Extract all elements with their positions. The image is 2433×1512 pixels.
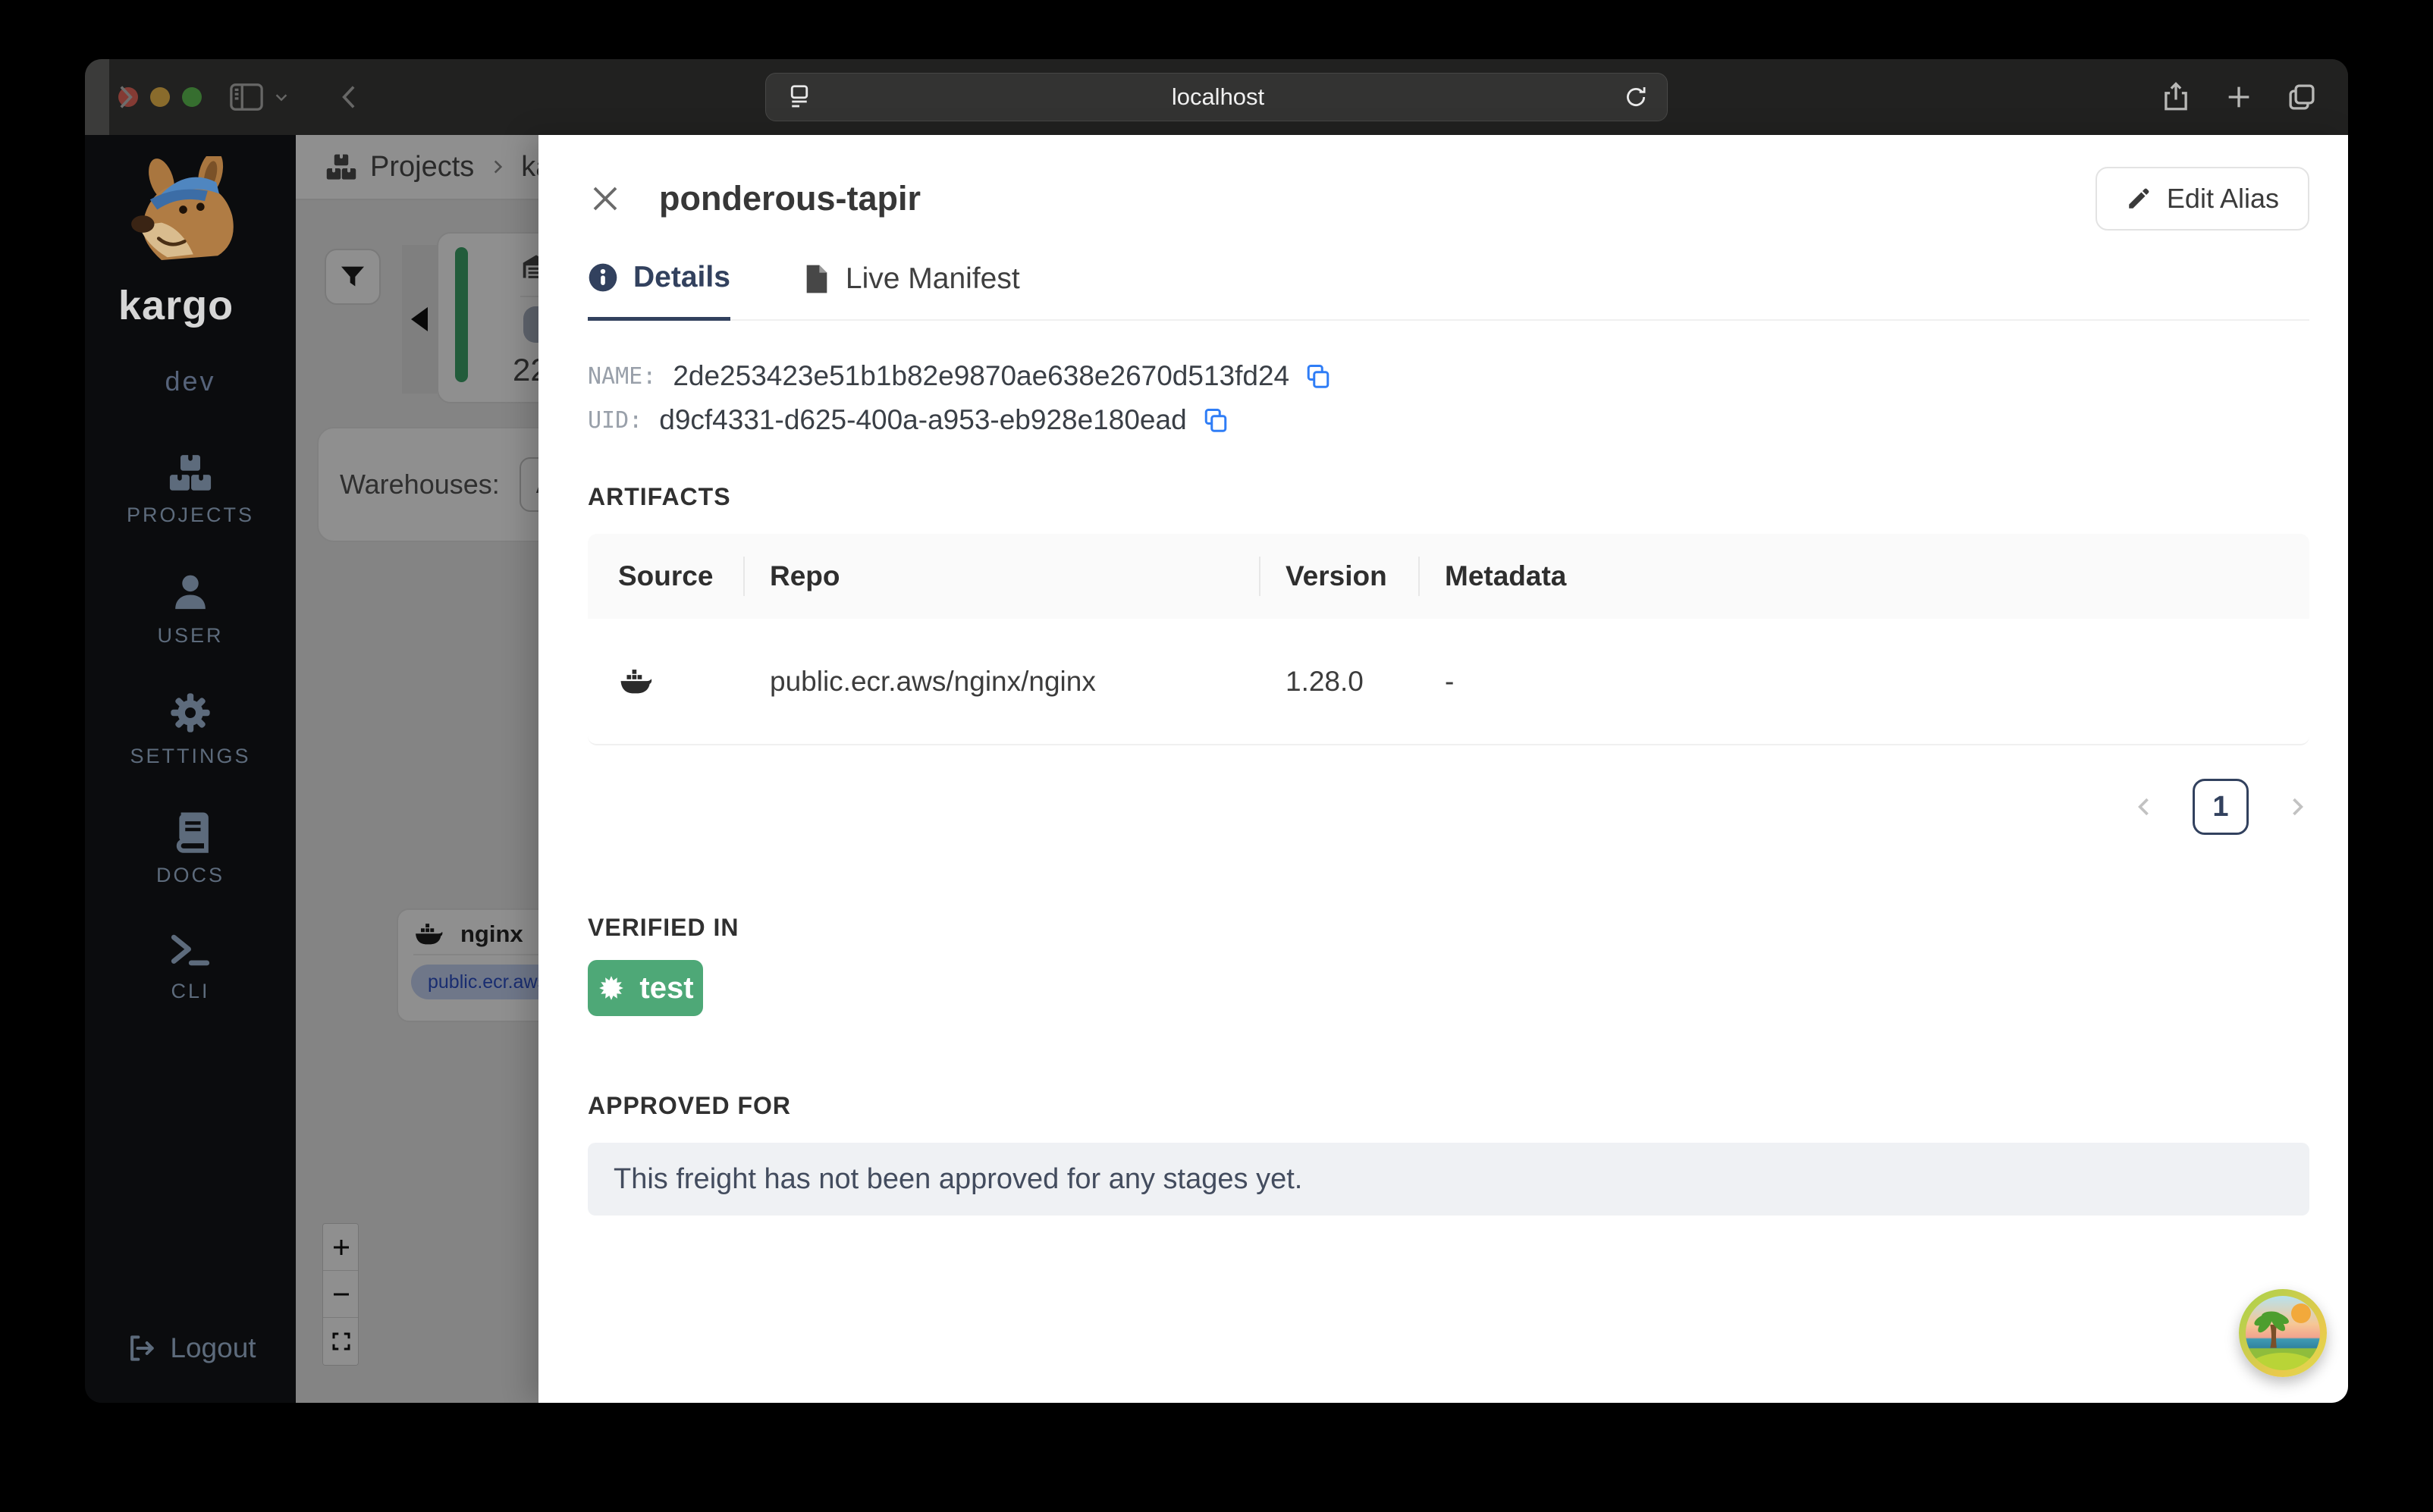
new-tab-icon[interactable]: [2224, 82, 2254, 112]
reader-view-icon[interactable]: [786, 83, 813, 111]
edit-alias-label: Edit Alias: [2166, 183, 2279, 214]
brand-wordmark: kargo: [118, 283, 234, 328]
uid-label: UID:: [588, 406, 643, 434]
approved-for-empty-message: This freight has not been approved for a…: [588, 1143, 2309, 1216]
url-text: localhost: [1171, 83, 1265, 110]
column-header-metadata: Metadata: [1418, 560, 2309, 592]
freight-name-value: 2de253423e51b1b82e9870ae638e2670d513fd24: [673, 360, 1290, 391]
freight-details-drawer: ponderous-tapir Edit Alias Details Live …: [538, 135, 2348, 1403]
freight-name-row: NAME: 2de253423e51b1b82e9870ae638e2670d5…: [588, 360, 2309, 392]
sidebar-item-user[interactable]: USER: [157, 571, 223, 648]
artifact-source-cell: [588, 667, 743, 697]
island-scene: [2246, 1296, 2320, 1370]
info-circle-icon: [588, 262, 618, 293]
freight-uid-value: d9cf4331-d625-400a-a953-eb928e180ead: [659, 404, 1187, 435]
browser-window: localhost kargo dev PROJECTS USER SETTIN…: [85, 59, 2348, 1403]
share-icon[interactable]: [2160, 81, 2192, 113]
drawer-tabs: Details Live Manifest: [588, 261, 2309, 321]
edit-alias-button[interactable]: Edit Alias: [2095, 167, 2309, 231]
tab-live-manifest[interactable]: Live Manifest: [803, 261, 1020, 319]
gear-icon: [169, 692, 212, 734]
freight-uid-row: UID: d9cf4331-d625-400a-a953-eb928e180ea…: [588, 404, 2309, 436]
projects-boxes-icon: [168, 453, 212, 493]
artifacts-table: Source Repo Version Metadata public.ecr.…: [588, 534, 2309, 745]
artifacts-table-header: Source Repo Version Metadata: [588, 534, 2309, 619]
copy-icon[interactable]: [1304, 362, 1332, 390]
tab-overview-icon[interactable]: [2286, 81, 2318, 113]
pencil-icon: [2126, 186, 2152, 212]
artifact-metadata-cell: -: [1445, 665, 1455, 697]
docker-whale-icon: [618, 667, 743, 697]
book-icon: [170, 812, 211, 853]
island-fab[interactable]: [2239, 1289, 2327, 1377]
column-header-source: Source: [618, 560, 714, 591]
approved-for-heading: APPROVED FOR: [588, 1092, 792, 1119]
logout-icon: [124, 1332, 158, 1365]
table-row: public.ecr.aws/nginx/nginx 1.28.0 -: [588, 619, 2309, 744]
stage-name: test: [639, 971, 694, 1005]
artifact-repo-cell: public.ecr.aws/nginx/nginx: [770, 665, 1096, 697]
kargo-logo[interactable]: kargo: [118, 156, 262, 329]
sidebar-item-cli[interactable]: CLI: [168, 931, 212, 1003]
sidebar-item-label: USER: [157, 624, 224, 647]
sidebar-item-label: DOCS: [155, 864, 224, 886]
sidebar-item-label: CLI: [171, 980, 210, 1002]
refresh-icon[interactable]: [1623, 84, 1649, 110]
env-label: dev: [165, 365, 216, 397]
verified-stage-badge[interactable]: test: [588, 960, 703, 1016]
column-header-repo: Repo: [743, 560, 1259, 592]
close-icon[interactable]: [588, 181, 623, 216]
stage-starburst-icon: [597, 974, 626, 1002]
palm-tree-icon: [2252, 1307, 2291, 1350]
sidebar-item-docs[interactable]: DOCS: [156, 812, 224, 887]
sidebar-item-label: PROJECTS: [126, 503, 255, 526]
copy-icon[interactable]: [1202, 406, 1229, 434]
verified-in-heading: VERIFIED IN: [588, 914, 739, 941]
user-icon: [169, 571, 212, 613]
app-sidebar: kargo dev PROJECTS USER SETTINGS DOCS CL…: [85, 135, 296, 1403]
address-bar[interactable]: localhost: [765, 73, 1668, 121]
logout-button[interactable]: Logout: [124, 1332, 256, 1365]
terminal-icon: [168, 931, 212, 969]
freight-alias-title: ponderous-tapir: [659, 179, 921, 218]
next-page-icon[interactable]: [2284, 794, 2309, 820]
column-header-version: Version: [1259, 560, 1418, 592]
file-icon: [803, 264, 830, 294]
sidebar-item-projects[interactable]: PROJECTS: [127, 453, 254, 527]
prev-page-icon[interactable]: [2132, 794, 2158, 820]
artifacts-pagination: 1: [538, 779, 2309, 835]
sidebar-item-settings[interactable]: SETTINGS: [130, 692, 250, 768]
artifact-version-cell: 1.28.0: [1286, 665, 1364, 697]
artifacts-heading: ARTIFACTS: [588, 483, 731, 510]
tab-label: Live Manifest: [845, 262, 1020, 295]
sidebar-item-label: SETTINGS: [130, 745, 251, 767]
browser-titlebar: localhost: [85, 59, 2348, 135]
sun-icon: [2291, 1303, 2311, 1323]
page-number[interactable]: 1: [2193, 779, 2249, 835]
name-label: NAME:: [588, 362, 657, 390]
logout-label: Logout: [170, 1332, 256, 1363]
tab-label: Details: [633, 261, 730, 293]
tab-details[interactable]: Details: [588, 261, 730, 321]
